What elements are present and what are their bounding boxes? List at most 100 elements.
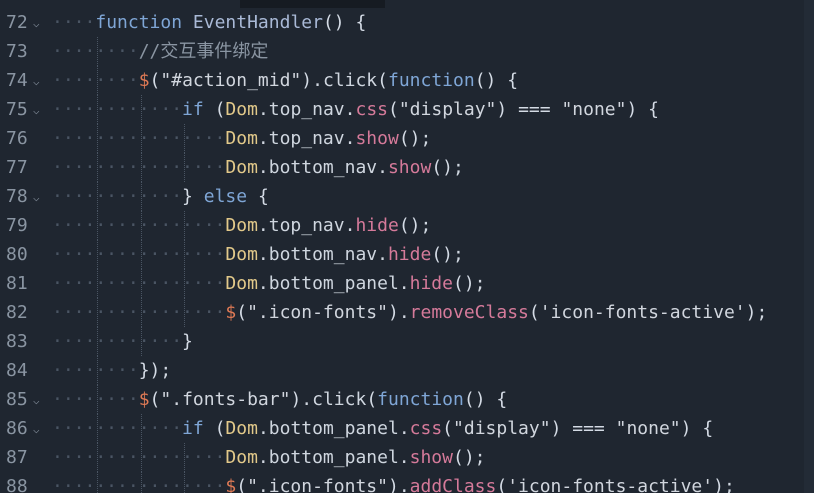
code-line[interactable]: 79 ················Dom.top_nav.hide(); xyxy=(0,211,814,240)
indent-guide xyxy=(140,269,142,298)
code-token: === xyxy=(518,99,551,120)
code-token: ( xyxy=(442,418,454,439)
indent-guide xyxy=(97,211,99,240)
code-token: ) xyxy=(550,418,562,439)
fold-toggle-icon[interactable]: ⌵ xyxy=(33,385,45,417)
code-line[interactable]: 83 ············} xyxy=(0,327,814,356)
indent-guide xyxy=(97,182,99,211)
code-token: css xyxy=(355,99,388,120)
indent-guide xyxy=(184,153,186,182)
code-line[interactable]: 80 ················Dom.bottom_nav.hide(); xyxy=(0,240,814,269)
fold-toggle-icon[interactable]: ⌵ xyxy=(33,8,45,40)
indent-guide xyxy=(97,298,99,327)
code-token: () xyxy=(452,447,475,468)
code-line[interactable]: 78 ⌵ ············} else { xyxy=(0,182,814,211)
code-token: ( xyxy=(236,302,248,323)
code-token: function xyxy=(377,389,464,410)
code-token: .top_nav. xyxy=(257,128,356,149)
code-line[interactable]: 85 ⌵ ········$(".fonts-bar").click(functio… xyxy=(0,385,814,414)
code-token: ( xyxy=(366,389,378,410)
code-text: ················Dom.bottom_nav.show(); xyxy=(52,153,804,182)
line-number: 79 xyxy=(6,215,28,236)
line-number: 76 xyxy=(6,128,28,149)
active-tab-indicator xyxy=(240,0,385,8)
code-token: ) xyxy=(290,389,302,410)
code-text: ················Dom.bottom_panel.hide(); xyxy=(52,269,804,298)
code-line[interactable]: 82 ················$(".icon-fonts").remov… xyxy=(0,298,814,327)
indent-guide xyxy=(97,414,99,443)
code-token: Dom xyxy=(225,447,258,468)
code-text: ················$(".icon-fonts").removeC… xyxy=(52,298,804,327)
code-line[interactable]: 84 ········}); xyxy=(0,356,814,385)
code-token: ) xyxy=(301,70,313,91)
indent-whitespace: ············ xyxy=(52,99,183,120)
indent-guide xyxy=(97,356,99,385)
indent-guide xyxy=(97,95,99,124)
code-line[interactable]: 72 ⌵ ····function EventHandler() { xyxy=(0,8,814,37)
indent-guide xyxy=(97,66,99,95)
code-token: 'icon-fonts-active' xyxy=(539,302,746,323)
code-token: if xyxy=(182,99,204,120)
indent-guide xyxy=(140,443,142,472)
code-line[interactable]: 76 ················Dom.top_nav.show(); xyxy=(0,124,814,153)
code-token: show xyxy=(387,157,432,178)
code-line[interactable]: 75 ⌵ ············if (Dom.top_nav.css("disp… xyxy=(0,95,814,124)
fold-toggle-icon[interactable]: ⌵ xyxy=(33,182,45,214)
indent-guide xyxy=(184,124,186,153)
code-line[interactable]: 87 ················Dom.bottom_panel.show(… xyxy=(0,443,814,472)
code-token: "#action_mid" xyxy=(160,70,302,91)
code-token: { xyxy=(355,12,367,33)
code-token: "none" xyxy=(561,99,627,120)
code-token: ( xyxy=(388,99,399,120)
code-token: EventHandler xyxy=(192,12,323,33)
code-editor[interactable]: 72 ⌵ ····function EventHandler() {73 ······… xyxy=(0,0,814,493)
indent-guide xyxy=(184,240,186,269)
line-number: 81 xyxy=(6,273,28,294)
indent-guide xyxy=(140,182,142,211)
code-line[interactable]: 77 ················Dom.bottom_nav.show(); xyxy=(0,153,814,182)
code-line[interactable]: 74 ⌵ ········$("#action_mid").click(functi… xyxy=(0,66,814,95)
code-token: ; xyxy=(453,244,464,265)
tab-bar xyxy=(0,0,814,8)
fold-toggle-icon[interactable]: ⌵ xyxy=(33,66,45,98)
code-token: ; xyxy=(453,157,464,178)
vertical-scrollbar[interactable] xyxy=(804,0,814,493)
code-token: ) xyxy=(626,99,638,120)
indent-whitespace: ················ xyxy=(52,215,226,236)
code-token: ; xyxy=(160,360,172,381)
code-token: .top_nav. xyxy=(257,99,356,120)
indent-guide xyxy=(97,385,99,414)
line-number: 82 xyxy=(6,302,28,323)
code-token: hide xyxy=(409,273,453,294)
indent-guide xyxy=(97,443,99,472)
code-token: ) xyxy=(680,418,692,439)
code-token: ) xyxy=(387,476,399,493)
code-text: ········$(".fonts-bar").click(function()… xyxy=(52,385,804,414)
code-text: ····function EventHandler() { xyxy=(52,8,804,37)
code-text: ············if (Dom.bottom_panel.css("di… xyxy=(52,414,804,443)
code-line[interactable]: 81 ················Dom.bottom_panel.hide(… xyxy=(0,269,814,298)
indent-whitespace: ········ xyxy=(52,70,139,91)
indent-guide xyxy=(184,211,186,240)
code-line[interactable]: 86 ⌵ ············if (Dom.bottom_panel.css(… xyxy=(0,414,814,443)
code-token: { xyxy=(496,389,508,410)
code-token: $ xyxy=(138,70,150,91)
fold-toggle-icon[interactable]: ⌵ xyxy=(33,414,45,446)
code-token: else xyxy=(203,186,248,207)
indent-whitespace: ················ xyxy=(52,447,226,468)
fold-toggle-icon[interactable]: ⌵ xyxy=(33,95,45,127)
indent-guide xyxy=(97,153,99,182)
code-token: () xyxy=(474,70,497,91)
code-line[interactable]: 88 ················$(".icon-fonts").addCl… xyxy=(0,472,814,493)
code-line[interactable]: 73 ········//交互事件绑定 xyxy=(0,37,814,66)
code-lines[interactable]: 72 ⌵ ····function EventHandler() {73 ······… xyxy=(0,8,814,493)
indent-whitespace: ················ xyxy=(52,302,226,323)
